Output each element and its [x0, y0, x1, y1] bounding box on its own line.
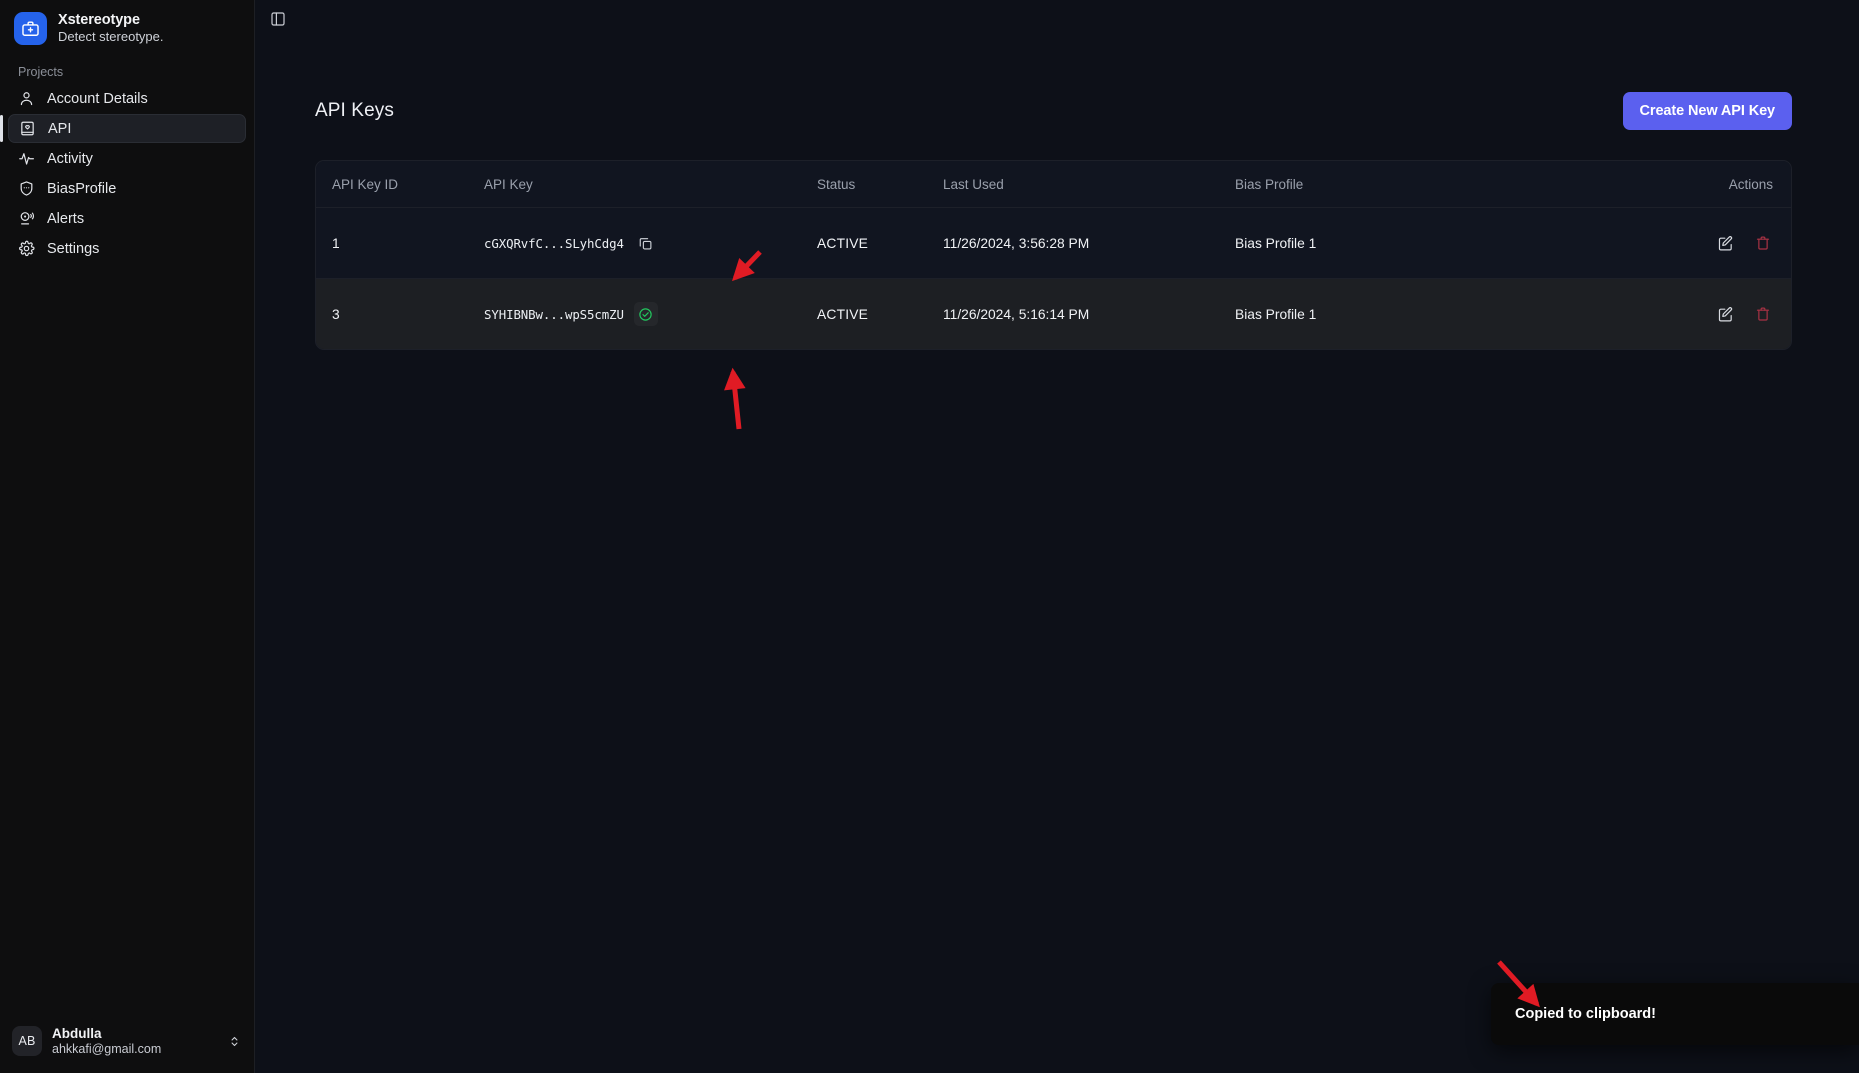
brand-header[interactable]: Xstereotype Detect stereotype.: [0, 0, 254, 55]
table-header-row: API Key ID API Key Status Last Used Bias…: [316, 161, 1791, 208]
cell-bias-profile: Bias Profile 1: [1235, 306, 1317, 322]
sidebar-item-label: Alerts: [47, 210, 85, 227]
trash-icon[interactable]: [1753, 304, 1773, 324]
sidebar-item-label: Activity: [47, 150, 93, 167]
create-new-api-key-button[interactable]: Create New API Key: [1622, 92, 1792, 130]
column-header-status: Status: [817, 161, 943, 208]
api-key-value: SYHIBNBw...wpS5cmZU: [484, 306, 624, 322]
medical-briefcase-icon: [14, 12, 47, 45]
cell-bias-profile: Bias Profile 1: [1235, 207, 1535, 279]
sidebar-item-label: Settings: [47, 240, 100, 257]
chevron-up-down-icon: [226, 1035, 242, 1048]
gear-icon: [18, 240, 35, 257]
cell-status: ACTIVE: [817, 279, 943, 350]
sidebar-item-label: Account Details: [47, 90, 148, 107]
cell-status: ACTIVE: [817, 207, 943, 279]
table-header: API Key ID API Key Status Last Used Bias…: [316, 161, 1791, 208]
cell-actions: [1535, 207, 1791, 279]
status-badge: ACTIVE: [817, 306, 869, 322]
table-row[interactable]: 1 cGXQRvfC...SLyhCdg4 ACTIVE 11/26/2024,…: [316, 207, 1791, 279]
sidebar-item-label: API: [48, 120, 72, 137]
copy-icon[interactable]: [634, 231, 658, 255]
edit-pencil-icon[interactable]: [1715, 304, 1735, 324]
sidebar-toggle-icon[interactable]: [267, 8, 289, 30]
sidebar: Xstereotype Detect stereotype. Projects …: [0, 0, 255, 1073]
edit-pencil-icon[interactable]: [1715, 233, 1735, 253]
cell-last-used: 11/26/2024, 5:16:14 PM: [943, 306, 1090, 322]
app-root: Xstereotype Detect stereotype. Projects …: [0, 0, 1859, 1073]
user-name: Abdulla: [52, 1025, 102, 1041]
toast-message: Copied to clipboard!: [1515, 1006, 1656, 1022]
api-keys-table-container: API Key ID API Key Status Last Used Bias…: [315, 160, 1792, 350]
sidebar-item-alerts[interactable]: Alerts: [8, 204, 246, 233]
status-badge: ACTIVE: [817, 235, 869, 251]
sidebar-item-activity[interactable]: Activity: [8, 144, 246, 173]
sidebar-item-label: BiasProfile: [47, 180, 117, 197]
column-header-last-used: Last Used: [943, 161, 1235, 208]
sidebar-item-biasprofile[interactable]: BiasProfile: [8, 174, 246, 203]
sidebar-item-settings[interactable]: Settings: [8, 234, 246, 263]
trash-icon[interactable]: [1753, 233, 1773, 253]
page-title: API Keys: [315, 100, 394, 121]
brand-subtitle: Detect stereotype.: [58, 29, 164, 45]
cell-api-key: SYHIBNBw...wpS5cmZU: [484, 279, 817, 350]
cell-last-used: 11/26/2024, 3:56:28 PM: [943, 207, 1235, 279]
api-keys-table: API Key ID API Key Status Last Used Bias…: [316, 161, 1791, 349]
api-book-icon: [19, 120, 36, 137]
activity-pulse-icon: [18, 150, 35, 167]
topbar: [255, 0, 1859, 32]
cell-api-key-id: 3: [332, 306, 340, 322]
table-body: 1 cGXQRvfC...SLyhCdg4 ACTIVE 11/26/2024,…: [316, 207, 1791, 350]
avatar: AB: [12, 1026, 42, 1057]
sidebar-section-label: Projects: [18, 65, 64, 79]
cell-api-key-id: 1: [316, 207, 484, 279]
column-header-bias-profile: Bias Profile: [1235, 161, 1535, 208]
sidebar-item-api[interactable]: API: [0, 114, 246, 143]
page-header: API Keys Create New API Key: [315, 92, 1792, 130]
sidebar-nav: Account Details API Activity BiasProfile…: [0, 84, 254, 263]
table-row[interactable]: 3 SYHIBNBw...wpS5cmZU ACTIVE 11/26/2024,…: [316, 278, 1791, 350]
column-header-actions: Actions: [1535, 161, 1791, 208]
toast-notification: Copied to clipboard!: [1491, 983, 1859, 1045]
bell-alert-icon: [18, 210, 35, 227]
shield-icon: [18, 180, 35, 197]
user-icon: [18, 90, 35, 107]
sidebar-item-account-details[interactable]: Account Details: [8, 84, 246, 113]
main-content: API Keys Create New API Key API Key ID A…: [255, 0, 1859, 1073]
column-header-api-key: API Key: [484, 161, 817, 208]
column-header-api-key-id: API Key ID: [316, 161, 484, 208]
cell-api-key: cGXQRvfC...SLyhCdg4: [484, 207, 817, 279]
cell-actions: [1535, 279, 1791, 350]
api-key-value: cGXQRvfC...SLyhCdg4: [484, 235, 624, 251]
user-email: ahkkafi@gmail.com: [52, 1042, 162, 1056]
brand-title: Xstereotype: [58, 12, 140, 29]
user-account-switcher[interactable]: AB Abdulla ahkkafi@gmail.com: [0, 1014, 254, 1073]
check-circle-icon[interactable]: [633, 302, 658, 326]
page-content: API Keys Create New API Key API Key ID A…: [255, 32, 1859, 350]
